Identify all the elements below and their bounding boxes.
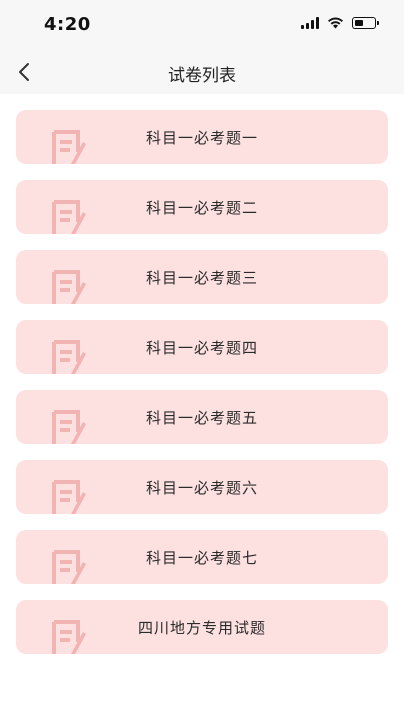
exam-label: 科目一必考题三 xyxy=(145,269,258,287)
exam-label: 科目一必考题一 xyxy=(145,129,258,147)
status-icons xyxy=(301,17,379,29)
exam-label: 科目一必考题四 xyxy=(145,339,258,357)
exam-label: 科目一必考题二 xyxy=(145,199,258,217)
nav-bar: 试卷列表 xyxy=(0,50,404,94)
status-time: 4:20 xyxy=(44,14,91,35)
exam-item[interactable]: 科目一必考题一 xyxy=(16,110,388,164)
exam-item[interactable]: 科目一必考题二 xyxy=(16,180,388,234)
exam-item[interactable]: 科目一必考题三 xyxy=(16,250,388,304)
exam-label: 科目一必考题五 xyxy=(145,409,258,427)
wifi-icon xyxy=(328,17,343,29)
exam-label: 科目一必考题六 xyxy=(145,479,258,497)
exam-item[interactable]: 科目一必考题五 xyxy=(16,390,388,444)
battery-level xyxy=(354,19,363,26)
cellular-signal-icon xyxy=(301,17,319,29)
exam-list: 科目一必考题一 科目一必考题二 科目一必考题三 科目一必考题四 科目一必考题五 … xyxy=(16,110,388,670)
exam-item[interactable]: 科目一必考题四 xyxy=(16,320,388,374)
exam-label: 四川地方专用试题 xyxy=(137,619,266,637)
page-title: 试卷列表 xyxy=(168,66,236,86)
battery-icon xyxy=(352,17,379,29)
status-bar: 4:20 xyxy=(0,0,404,50)
exam-item[interactable]: 科目一必考题六 xyxy=(16,460,388,514)
exam-item[interactable]: 四川地方专用试题 xyxy=(16,600,388,654)
exam-item[interactable]: 科目一必考题七 xyxy=(16,530,388,584)
exam-label: 科目一必考题七 xyxy=(145,549,258,567)
